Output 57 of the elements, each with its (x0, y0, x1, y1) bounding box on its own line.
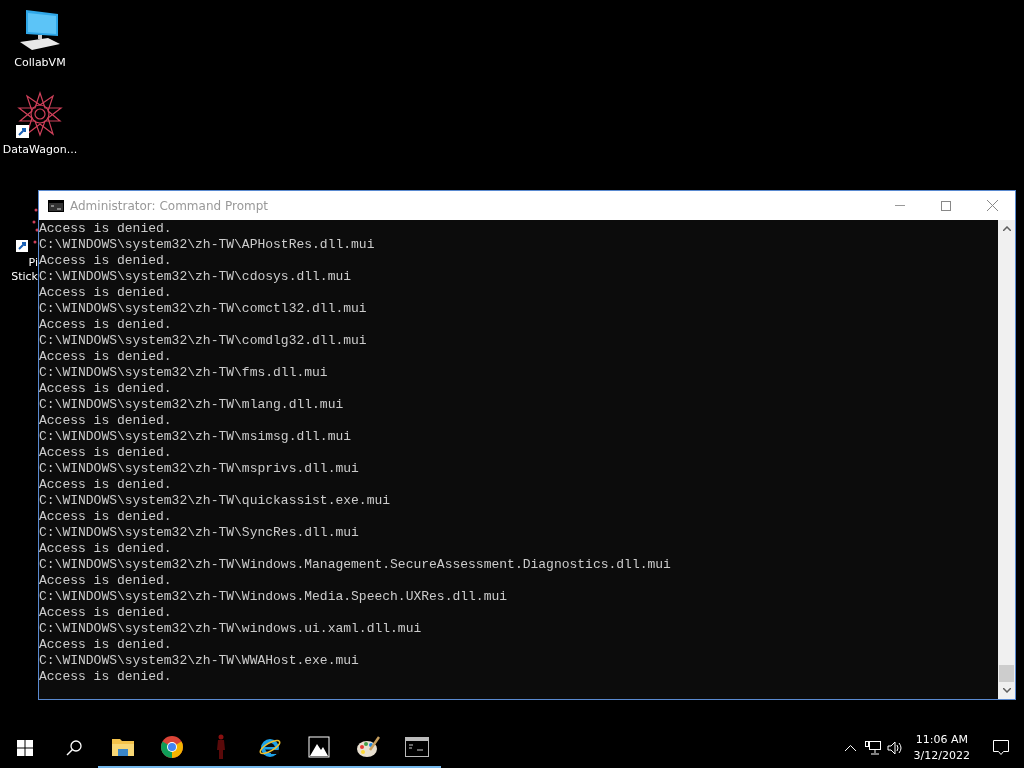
console-line: Access is denied. (39, 573, 172, 589)
console-line: Access is denied. (39, 349, 172, 365)
clock[interactable]: 11:06 AM 3/12/2022 (905, 732, 978, 764)
speaker-icon (886, 741, 903, 755)
console-line: C:\WINDOWS\system32\zh-TW\msimsg.dll.mui (39, 429, 352, 445)
console-line: C:\WINDOWS\system32\zh-TW\APHostRes.dll.mui (39, 237, 375, 253)
terminal-icon (404, 737, 429, 757)
console-line: Access is denied. (39, 445, 172, 461)
console-line: C:\WINDOWS\system32\zh-TW\comdlg32.dll.mui (39, 333, 367, 349)
console-line: C:\WINDOWS\system32\zh-TW\comctl32.dll.mui (39, 301, 367, 317)
console-line: Access is denied. (39, 285, 172, 301)
console-line: Access is denied. (39, 317, 172, 333)
window-title: Administrator: Command Prompt (70, 198, 269, 213)
console-line: Access is denied. (39, 253, 172, 269)
notification-icon (993, 740, 1009, 756)
console-line: C:\WINDOWS\system32\zh-TW\Windows.Media.Speech.UXRes.dll.mui (39, 589, 508, 605)
scroll-down-icon[interactable] (1002, 688, 1011, 693)
folder-icon (110, 736, 135, 758)
scrollbar[interactable] (998, 220, 1015, 699)
console-line: C:\WINDOWS\system32\zh-TW\fms.dll.mui (39, 365, 328, 381)
console-line: Access is denied. (39, 477, 172, 493)
network-icon (864, 741, 881, 755)
console-line: Access is denied. (39, 605, 172, 621)
console-line: C:\WINDOWS\system32\zh-TW\SyncRes.dll.mui (39, 525, 359, 541)
desktop-icon-label[interactable]: Stick (11, 270, 38, 284)
console-line: Access is denied. (39, 541, 172, 557)
figure-icon (214, 734, 227, 760)
console-line: C:\WINDOWS\system32\zh-TW\Windows.Management.SecureAssessment.Diagnostics.dll.mui (39, 557, 671, 573)
console-line: Access is denied. (39, 509, 172, 525)
terminal-icon (48, 199, 64, 212)
minimize-icon (895, 205, 905, 206)
paint-palette-icon (355, 735, 380, 759)
maximize-icon (941, 200, 951, 211)
photos-icon (307, 736, 330, 758)
desktop-icon-label[interactable]: CollabVM (14, 56, 66, 69)
scroll-thumb[interactable] (999, 665, 1014, 682)
desktop-icon-label[interactable]: DataWagon... (2, 143, 78, 156)
desktop-icon-label[interactable]: Pi (28, 256, 38, 270)
console-line: Access is denied. (39, 221, 172, 237)
search-icon (65, 740, 82, 756)
shortcut-star-icon (16, 91, 64, 139)
console-line: Access is denied. (39, 381, 172, 397)
console-line: C:\WINDOWS\system32\zh-TW\cdosys.dll.mui (39, 269, 352, 285)
close-icon (986, 200, 998, 211)
console-line: C:\WINDOWS\system32\zh-TW\quickassist.exe.mui (39, 493, 391, 509)
windows-logo-icon (16, 740, 33, 756)
console-line: Access is denied. (39, 413, 172, 429)
computer-icon (18, 8, 62, 52)
chevron-up-icon (845, 745, 857, 751)
chrome-icon (159, 735, 184, 759)
console-line: Access is denied. (39, 669, 172, 685)
console-line: Access is denied. (39, 637, 172, 653)
console-line: C:\WINDOWS\system32\zh-TW\msprivs.dll.mui (39, 461, 359, 477)
console-line: C:\WINDOWS\system32\zh-TW\WWAHost.exe.mui (39, 653, 359, 669)
console-line: C:\WINDOWS\system32\zh-TW\mlang.dll.mui (39, 397, 344, 413)
console-line: C:\WINDOWS\system32\zh-TW\windows.ui.xaml.dll.mui (39, 621, 422, 637)
scroll-up-icon[interactable] (1002, 226, 1011, 231)
